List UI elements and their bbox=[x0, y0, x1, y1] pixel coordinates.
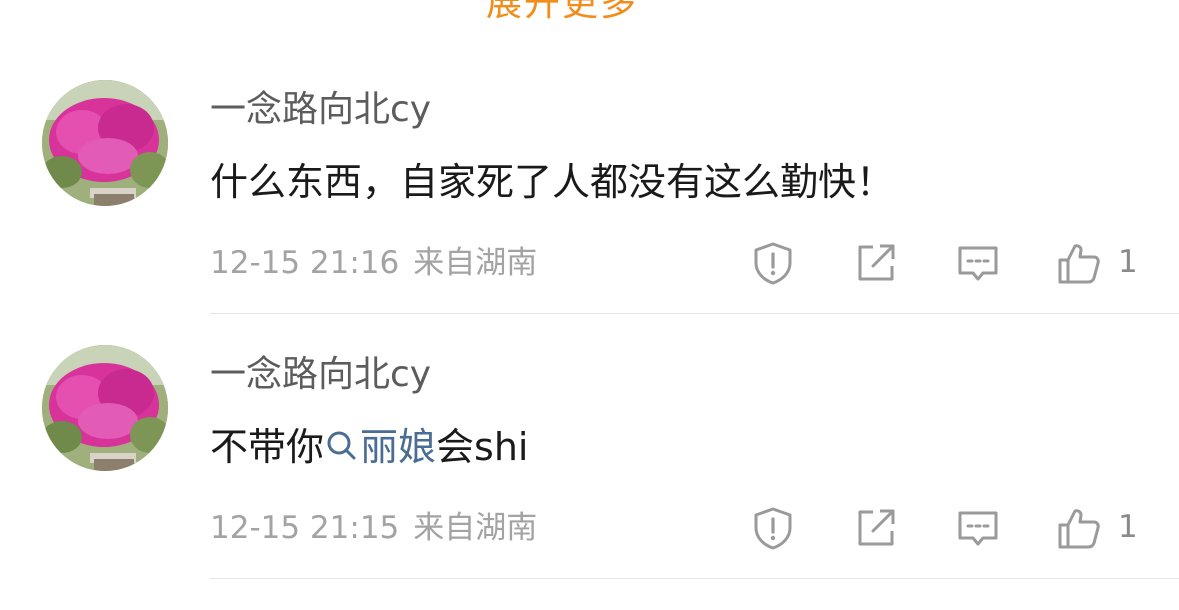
like-count: 1 bbox=[1118, 244, 1138, 280]
comment-item: 一念路向北cy 不带你 丽娘会shi 12-15 21:15 来自湖南 1 bbox=[0, 345, 1179, 610]
comment-meta: 12-15 21:15 来自湖南 bbox=[210, 508, 537, 548]
comment-timestamp: 12-15 21:15 bbox=[210, 510, 400, 546]
expand-more-link[interactable]: 展开更多 bbox=[486, 0, 638, 26]
avatar-image bbox=[42, 80, 168, 206]
divider bbox=[210, 313, 1179, 314]
share-icon[interactable] bbox=[853, 505, 899, 551]
comment-item: 一念路向北cy 什么东西，自家死了人都没有这么勤快！ 12-15 21:16 来自… bbox=[0, 80, 1179, 345]
report-icon[interactable] bbox=[750, 240, 796, 286]
report-icon[interactable] bbox=[750, 505, 796, 551]
reply-icon[interactable] bbox=[955, 505, 1001, 551]
like-count: 1 bbox=[1118, 509, 1138, 545]
comment-location: 来自湖南 bbox=[413, 510, 538, 546]
comment-text-prefix: 不带你 bbox=[210, 425, 325, 469]
comment-text-suffix: 会shi bbox=[436, 425, 529, 469]
topic-link[interactable]: 丽娘 bbox=[324, 425, 436, 469]
like-icon[interactable] bbox=[1056, 240, 1102, 286]
topic-link-label[interactable]: 丽娘 bbox=[360, 425, 436, 469]
comment-timestamp: 12-15 21:16 bbox=[210, 245, 400, 281]
reply-icon[interactable] bbox=[955, 240, 1001, 286]
search-icon bbox=[324, 423, 358, 475]
avatar[interactable] bbox=[42, 80, 168, 206]
avatar[interactable] bbox=[42, 345, 168, 471]
share-icon[interactable] bbox=[853, 240, 899, 286]
comment-location: 来自湖南 bbox=[413, 245, 538, 281]
comment-username[interactable]: 一念路向北cy bbox=[210, 351, 431, 399]
like-icon[interactable] bbox=[1056, 505, 1102, 551]
comment-meta: 12-15 21:16 来自湖南 bbox=[210, 243, 537, 283]
comment-text: 什么东西，自家死了人都没有这么勤快！ bbox=[210, 160, 895, 204]
avatar-image bbox=[42, 345, 168, 471]
divider bbox=[210, 578, 1179, 579]
comment-text: 不带你 丽娘会shi bbox=[210, 421, 528, 475]
comment-username[interactable]: 一念路向北cy bbox=[210, 86, 431, 134]
